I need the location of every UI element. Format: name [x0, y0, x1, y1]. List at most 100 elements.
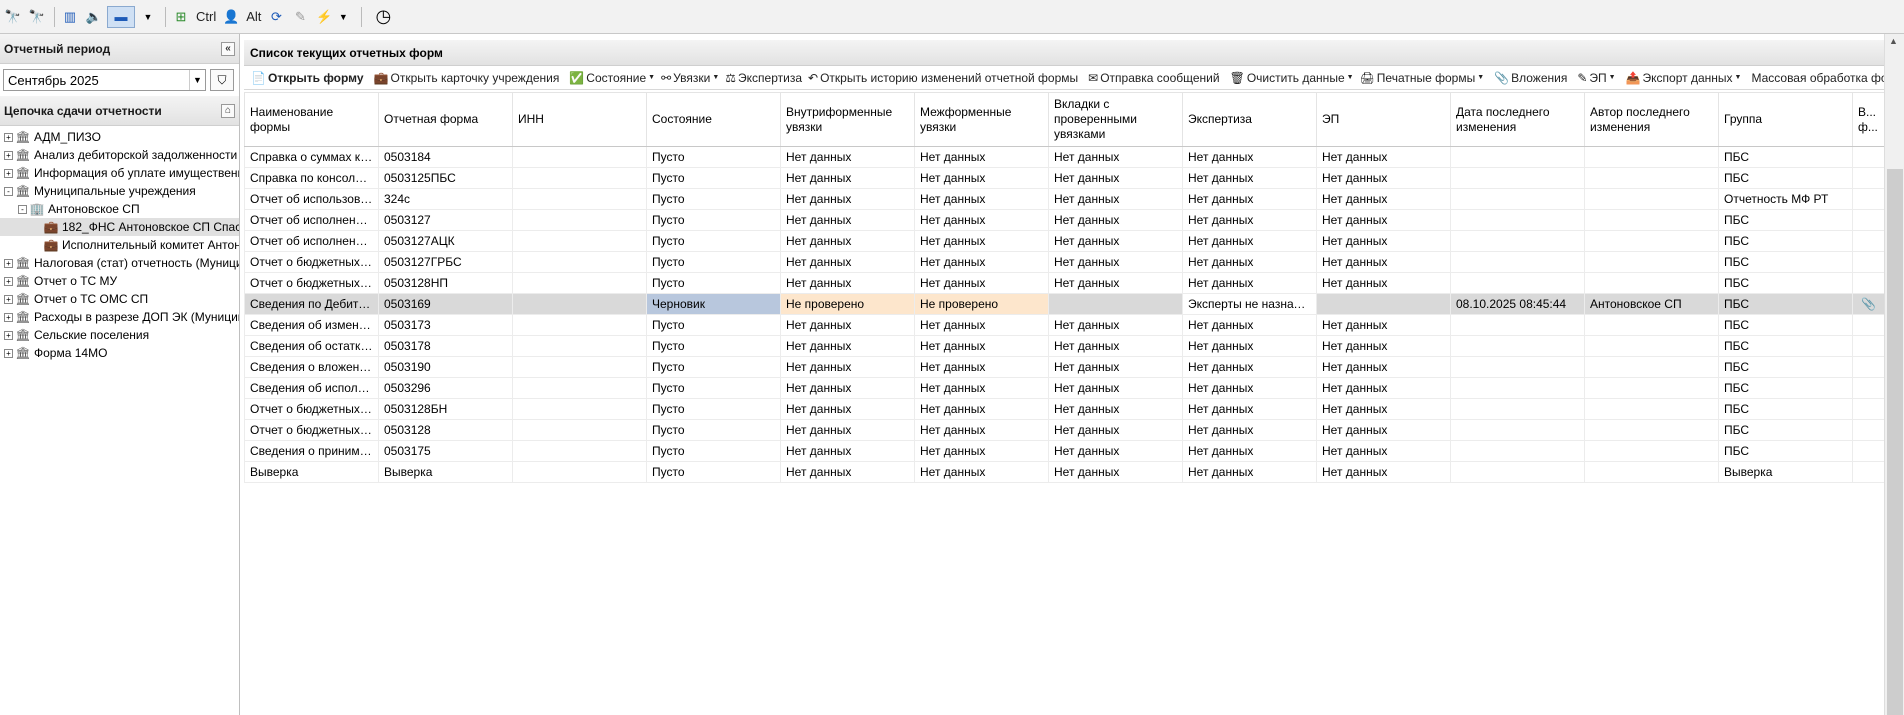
tree-item[interactable]: + 🏛 Форма 14МО	[0, 344, 239, 362]
table-row[interactable]: Выверка Выверка Пусто Нет данных Нет данных Н…	[244, 461, 1885, 483]
vertical-scrollbar[interactable]: ▲	[1884, 34, 1904, 715]
table-cell: Нет данных	[1316, 461, 1451, 483]
action-icon: 📄	[251, 70, 266, 85]
grid-icon[interactable]: ⊞	[170, 6, 192, 28]
refresh-icon[interactable]: ⟳	[265, 6, 287, 28]
column-header[interactable]: ИНН	[512, 92, 647, 147]
action-button[interactable]: 💼 Открыть карточку учреждения	[371, 71, 563, 85]
expand-icon[interactable]: +	[4, 312, 13, 322]
table-row[interactable]: Отчет о бюджетных о... 0503128БН Пусто Нет …	[244, 398, 1885, 420]
period-select[interactable]: Сентябрь 2025 ▼	[3, 69, 206, 91]
pencil-icon[interactable]: ✎	[289, 6, 311, 28]
column-header[interactable]: В... ф...	[1852, 92, 1885, 147]
tree-item[interactable]: 💼 Исполнительный комитет Антоно	[0, 236, 239, 254]
action-button[interactable]: ⚯ Увязки ▼	[658, 71, 722, 85]
table-row[interactable]: Сведения о принимае... 0503175 Пусто Нет да…	[244, 440, 1885, 462]
action-button[interactable]: 🖨 Печатные формы ▼	[1357, 71, 1488, 85]
lightning-icon[interactable]: ⚡	[313, 6, 335, 28]
action-button[interactable]: 📎 Вложения	[1491, 71, 1570, 85]
collapse-tree-icon[interactable]: -	[4, 186, 13, 196]
expand-icon[interactable]: +	[4, 150, 13, 160]
column-header[interactable]: Вкладки с проверенными увязками	[1048, 92, 1183, 147]
action-button[interactable]: ⚖ Экспертиза	[722, 71, 805, 85]
table-row[interactable]: Отчет о бюджетных о... 0503128 Пусто Нет да…	[244, 419, 1885, 441]
tree-item[interactable]: - 🏢 Антоновское СП	[0, 200, 239, 218]
alt-button[interactable]: Alt	[244, 6, 263, 28]
expand-icon[interactable]: +	[4, 132, 13, 142]
table-row[interactable]: Отчет о бюджетных н... 0503127ГРБС Пусто Не…	[244, 251, 1885, 273]
table-cell	[1450, 251, 1585, 273]
column-header[interactable]: Отчетная форма	[378, 92, 513, 147]
table-row[interactable]: Отчет об исполнении ... 0503127 Пусто Нет д…	[244, 209, 1885, 231]
ctrl-button[interactable]: Ctrl	[194, 6, 218, 28]
main-toolbar: 🔭 🔭 ▥ 🔈 ▬ ▼ ⊞ Ctrl 👤 Alt ⟳ ✎ ⚡ ▼ ◷	[0, 0, 1904, 34]
expand-icon[interactable]: +	[4, 294, 13, 304]
lightning-dropdown-icon[interactable]: ▼	[337, 6, 349, 28]
expand-icon[interactable]: +	[4, 168, 13, 178]
column-header[interactable]: Внутриформенные увязки	[780, 92, 915, 147]
action-button[interactable]: ✅ Состояние ▼	[566, 71, 658, 85]
tree-item[interactable]: + 🏛 Отчет о ТС МУ	[0, 272, 239, 290]
tree-item[interactable]: + 🏛 Сельские поселения	[0, 326, 239, 344]
table-row[interactable]: Отчет о бюджетных о... 0503128НП Пусто Нет …	[244, 272, 1885, 294]
column-header[interactable]: Дата последнего изменения	[1450, 92, 1585, 147]
action-button[interactable]: 📄 Открыть форму	[248, 71, 367, 85]
binoculars-red-icon[interactable]: 🔭	[26, 6, 48, 28]
book-icon[interactable]: ▥	[59, 6, 81, 28]
column-header[interactable]: Межформенные увязки	[914, 92, 1049, 147]
column-header[interactable]: Наименование формы	[244, 92, 379, 147]
tree-item[interactable]: + 🏛 Анализ дебиторской задолженности (М	[0, 146, 239, 164]
expand-icon[interactable]: +	[4, 330, 13, 340]
tree-item[interactable]: - 🏛 Муниципальные учреждения	[0, 182, 239, 200]
action-button[interactable]: 🗑 Очистить данные ▼	[1227, 71, 1357, 85]
table-cell	[1852, 461, 1885, 483]
chevron-down-icon[interactable]: ▼	[189, 70, 205, 90]
user-icon[interactable]: 👤	[220, 6, 242, 28]
table-row[interactable]: Отчет об исполнении ... 0503127АЦК Пусто Не…	[244, 230, 1885, 252]
expand-icon[interactable]: +	[4, 348, 13, 358]
table-cell: Пусто	[646, 314, 781, 336]
column-header[interactable]: ЭП	[1316, 92, 1451, 147]
table-row[interactable]: Справка о суммах кон... 0503184 Пусто Нет д…	[244, 146, 1885, 168]
action-bar: 📄 Открыть форму 💼 Открыть карточку учрежден…	[244, 66, 1884, 90]
tree-item[interactable]: + 🏛 АДМ_ПИЗО	[0, 128, 239, 146]
tree-settings-icon[interactable]: ⌂	[221, 103, 235, 118]
clock-icon[interactable]: ◷	[372, 6, 394, 28]
tree-item[interactable]: + 🏛 Отчет о ТС ОМС СП	[0, 290, 239, 308]
collapse-tree-icon[interactable]: -	[18, 204, 27, 214]
tree-item[interactable]: + 🏛 Налоговая (стат) отчетность (Муницип.	[0, 254, 239, 272]
action-button[interactable]: ✎ ЭП ▼	[1574, 71, 1618, 85]
table-row[interactable]: Сведения о вложения... 0503190 Пусто Нет да…	[244, 356, 1885, 378]
binoculars-icon[interactable]: 🔭	[2, 6, 24, 28]
toolbar-dropdown-icon[interactable]: ▼	[137, 6, 159, 28]
collapse-icon[interactable]: «	[221, 41, 235, 56]
action-button[interactable]: Массовая обработка форм▼	[1748, 71, 1884, 85]
action-icon: ⚖	[725, 70, 737, 85]
monitor-icon[interactable]: ▬	[107, 5, 135, 28]
action-button[interactable]: ✉ Отправка сообщений	[1085, 71, 1222, 85]
tree-item[interactable]: + 🏛 Информация об уплате имущественны	[0, 164, 239, 182]
expand-icon[interactable]: +	[4, 276, 13, 286]
action-icon: 📎	[1494, 70, 1510, 85]
column-header[interactable]: Состояние	[646, 92, 781, 147]
table-row[interactable]: Сведения по Дебитор... 0503169 Черновик Не …	[244, 293, 1885, 315]
table-row[interactable]: Отчет об использован... 324с Пусто Нет данн…	[244, 188, 1885, 210]
scroll-up-icon[interactable]: ▲	[1889, 36, 1898, 46]
column-header[interactable]: Автор последнего изменения	[1584, 92, 1719, 147]
action-button[interactable]: ↶ Открыть историю изменений отчетной форм…	[805, 71, 1081, 85]
column-header[interactable]: Группа	[1718, 92, 1853, 147]
table-row[interactable]: Сведения об остатках... 0503178 Пусто Нет д…	[244, 335, 1885, 357]
table-row[interactable]: Сведения об изменен... 0503173 Пусто Нет да…	[244, 314, 1885, 336]
expand-icon[interactable]: +	[4, 258, 13, 268]
table-cell	[1852, 167, 1885, 189]
column-header[interactable]: Экспертиза	[1182, 92, 1317, 147]
tree-item[interactable]: + 🏛 Расходы в разрезе ДОП ЭК (Муницип. У	[0, 308, 239, 326]
speaker-icon[interactable]: 🔈	[83, 6, 105, 28]
action-button[interactable]: 📤 Экспорт данных ▼	[1623, 71, 1745, 85]
table-row[interactable]: Сведения об исполне... 0503296 Пусто Нет да…	[244, 377, 1885, 399]
filter-icon[interactable]: ⛉	[210, 69, 234, 91]
table-cell: Нет данных	[780, 461, 915, 483]
scrollbar-thumb[interactable]	[1887, 169, 1903, 715]
tree-item[interactable]: 💼 182_ФНС Антоновское СП Спасс	[0, 218, 239, 236]
table-row[interactable]: Справка по консолид... 0503125ПБС Пусто Нет…	[244, 167, 1885, 189]
